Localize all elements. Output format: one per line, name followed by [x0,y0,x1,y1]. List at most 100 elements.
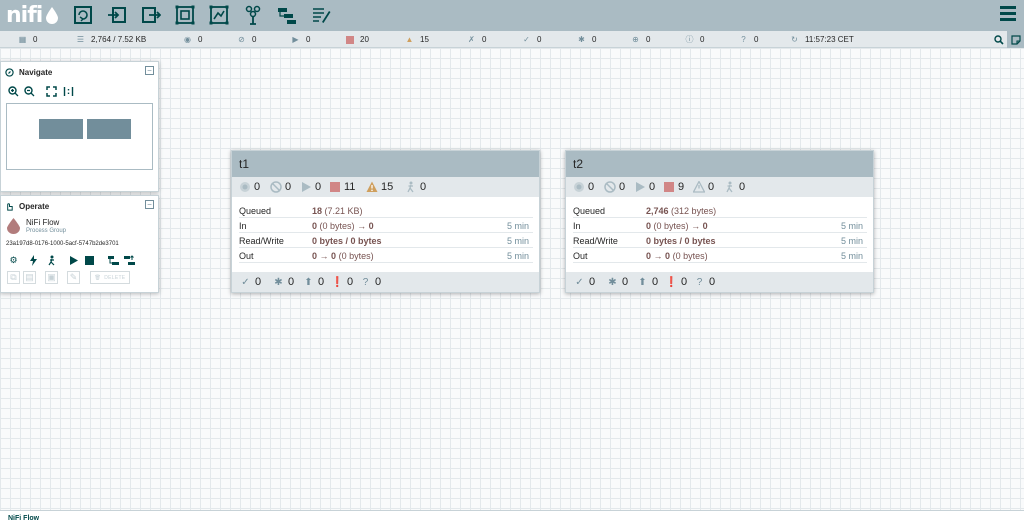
up-to-date-count: ✓ 0 [575,276,596,288]
list-icon: ☰ [76,35,85,44]
transmitting-icon [574,182,584,192]
global-menu-button[interactable] [1000,6,1016,24]
process-group-component-stats: 0 0 0 9 0 0 [566,177,873,197]
process-group-icon [175,5,195,25]
stale-count: ⬆ 0 [304,276,325,288]
process-group-version-stats: ✓ 0 ✱ 0 ⬆ 0 ❗ 0 ? 0 [566,272,873,292]
stop-button[interactable] [83,254,96,267]
warning-icon [366,181,378,192]
search-button[interactable] [990,31,1007,48]
sync-failure-stat: ? 0 [739,31,758,48]
birdseye-group-t2 [87,119,131,139]
process-group-t1[interactable]: t1 0 0 0 11 15 0 Queued 18 (7.21 KB) In … [231,150,540,293]
exclamation-circle-icon: ❗ [665,276,678,288]
stopped-count: 9 [663,180,684,194]
transmitting-icon: ◉ [184,35,191,44]
invalid-count: 0 [693,180,714,194]
navigate-title: Navigate [5,66,52,78]
play-icon [302,182,311,192]
enable-button[interactable] [27,254,40,267]
disabled-count: 0 [405,180,426,194]
warning-icon [693,181,705,193]
transmitting-count: 0 [573,180,594,194]
upload-template-button[interactable] [123,254,136,267]
header: nifi [0,0,1024,31]
read-write-row: Read/Write 0 bytes / 0 bytes 5 min [573,233,867,248]
stopped-count: 11 [329,180,355,194]
birdseye-view[interactable] [6,103,153,170]
disabled-count: 0 [724,180,745,194]
lightning-icon [30,255,37,266]
nifi-logo[interactable]: nifi [6,2,60,29]
check-icon: ✓ [241,276,250,288]
stop-icon [85,256,94,265]
color-button[interactable]: ✎ [67,271,80,284]
question-icon: ? [741,35,746,44]
actual-size-button[interactable] [62,85,75,98]
configure-button[interactable]: ⚙ [7,254,20,267]
bulletin-board-button[interactable] [1007,31,1024,48]
process-group-header[interactable]: t1 [232,151,539,177]
zoom-out-button[interactable] [23,85,36,98]
queued-stat: ☰ 2,764 / 7.52 KB [76,35,147,44]
birdseye-group-t1 [39,119,83,139]
fit-icon [46,86,57,97]
selection-type: Process Group [26,228,67,234]
trash-icon: 🗑 [94,274,102,281]
queued-row: Queued 18 (7.21 KB) [239,203,533,218]
not-transmitting-stat: ⊘ 0 [238,35,257,44]
paste-button[interactable]: ▤ [23,271,36,284]
locally-modified-count: ✱ 0 [274,276,295,288]
stale-count: ⬆ 0 [638,276,659,288]
group-button[interactable]: ▣ [45,271,58,284]
template-button[interactable] [276,4,298,26]
output-port-icon [142,7,161,23]
copy-button[interactable]: ⧉ [7,271,20,284]
template-icon [108,256,119,265]
not-transmitting-icon [270,181,282,193]
process-group-button[interactable] [174,4,196,26]
funnel-button[interactable] [242,4,264,26]
arrow-up-circle-icon: ⬆ [638,276,647,288]
input-port-icon [108,7,126,23]
exclamation-circle-icon: ❗ [331,276,344,288]
processor-button[interactable] [72,4,94,26]
read-write-row: Read/Write 0 bytes / 0 bytes 5 min [239,233,533,248]
running-count: 0 [634,180,655,194]
invalid-count: 15 [366,180,393,194]
question-icon: ? [362,276,369,288]
create-template-button[interactable] [107,254,120,267]
delete-button[interactable]: 🗑 DELETE [90,271,130,284]
breadcrumb-item-root[interactable]: NiFi Flow [8,515,39,522]
compass-icon [5,67,14,77]
process-group-component-stats: 0 0 0 11 15 0 [232,177,539,197]
selection-name: NiFi Flow [26,218,60,227]
check-icon: ✓ [523,35,530,44]
fit-button[interactable] [45,85,58,98]
input-port-button[interactable] [106,4,128,26]
question-icon: ? [696,276,703,288]
flow-status-bar: ▦ 0 ☰ 2,764 / 7.52 KB ◉ 0 ⊘ 0 ▶ 0 20 ▲ 15 ✗ 0 ✓… [0,31,1024,48]
refresh-stat[interactable]: ↻ 11:57:23 CET [790,31,854,48]
zoom-in-icon [8,86,19,97]
label-button[interactable] [310,4,332,26]
output-port-button[interactable] [140,4,162,26]
locally-modified-stale-count: ❗ 0 [331,276,354,288]
operate-collapse-button[interactable]: − [145,200,154,209]
running-count: 0 [300,180,321,194]
hamburger-bar [1000,18,1016,21]
process-group-header[interactable]: t2 [566,151,873,177]
disabled-icon: ✗ [468,35,475,44]
hamburger-bar [1000,6,1016,9]
up-to-date-stat: ✓ 0 [523,35,542,44]
disable-button[interactable] [45,254,58,267]
remote-process-group-button[interactable] [208,4,230,26]
stop-icon [346,35,354,44]
start-button[interactable] [67,254,80,267]
transmitting-count: 0 [239,180,260,194]
zoom-in-button[interactable] [7,85,20,98]
refresh-icon[interactable]: ↻ [790,35,799,44]
process-group-t2[interactable]: t2 0 0 0 9 0 0 Queued 2,746 (312 bytes) … [565,150,874,293]
warning-icon: ▲ [405,35,414,44]
navigate-collapse-button[interactable]: − [145,66,154,75]
